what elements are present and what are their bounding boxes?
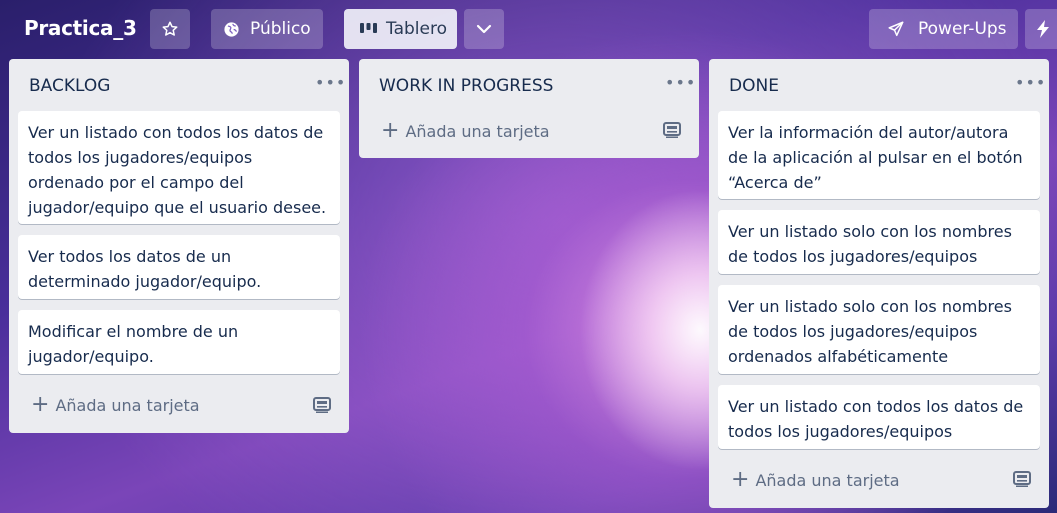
add-card-button[interactable]: + Añada una tarjeta: [31, 394, 200, 416]
list-card[interactable]: Ver todos los datos de un determinado ju…: [18, 235, 340, 299]
list-work-in-progress: WORK IN PROGRESS ••• + Añada una tarjeta: [359, 59, 699, 158]
globe-icon: [223, 21, 240, 38]
star-button[interactable]: [150, 9, 190, 49]
view-switcher-button[interactable]: Tablero: [344, 9, 457, 49]
board-header: Practica_3 Público Tablero Power-Ups: [0, 0, 1057, 58]
list-done: DONE ••• Ver la información del autor/au…: [709, 59, 1049, 508]
chevron-down-icon: [476, 24, 492, 34]
card-title: Modificar el nombre de un jugador/equipo…: [28, 322, 239, 366]
list-title[interactable]: DONE: [729, 76, 779, 96]
ellipsis-icon[interactable]: •••: [665, 73, 695, 93]
board-title[interactable]: Practica_3: [24, 16, 137, 40]
rocket-icon: [887, 20, 905, 38]
card-template-icon[interactable]: [313, 397, 331, 413]
add-card-button[interactable]: + Añada una tarjeta: [731, 469, 900, 491]
ellipsis-icon[interactable]: •••: [315, 73, 345, 93]
powerups-label: Power-Ups: [918, 19, 1007, 39]
add-card-label: Añada una tarjeta: [55, 395, 200, 415]
bolt-icon: [1036, 20, 1050, 38]
list-card[interactable]: Ver un listado con todos los datos de to…: [18, 111, 340, 224]
card-title: Ver un listado con todos los datos de to…: [28, 123, 327, 217]
board-icon: [360, 22, 377, 36]
card-title: Ver un listado con todos los datos de to…: [728, 397, 1024, 441]
powerups-button[interactable]: Power-Ups: [869, 9, 1018, 49]
list-backlog: BACKLOG ••• Ver un listado con todos los…: [9, 59, 349, 433]
card-title: Ver todos los datos de un determinado ju…: [28, 247, 262, 291]
add-card-button[interactable]: + Añada una tarjeta: [381, 120, 550, 142]
card-title: Ver la información del autor/autora de l…: [728, 123, 1023, 192]
list-card[interactable]: Modificar el nombre de un jugador/equipo…: [18, 310, 340, 374]
list-card[interactable]: Ver un listado solo con los nombres de t…: [718, 285, 1040, 374]
visibility-label: Público: [250, 19, 311, 39]
plus-icon: +: [31, 392, 50, 417]
list-title[interactable]: WORK IN PROGRESS: [379, 76, 553, 96]
add-card-label: Añada una tarjeta: [405, 121, 550, 141]
automation-button[interactable]: [1025, 9, 1057, 49]
ellipsis-icon[interactable]: •••: [1015, 73, 1045, 93]
list-card[interactable]: Ver un listado solo con los nombres de t…: [718, 210, 1040, 274]
card-template-icon[interactable]: [1013, 471, 1031, 487]
view-dropdown-button[interactable]: [464, 9, 504, 49]
add-card-label: Añada una tarjeta: [755, 470, 900, 490]
list-card[interactable]: Ver la información del autor/autora de l…: [718, 111, 1040, 199]
list-card[interactable]: Ver un listado con todos los datos de to…: [718, 385, 1040, 449]
plus-icon: +: [731, 467, 750, 492]
card-template-icon[interactable]: [663, 122, 681, 138]
plus-icon: +: [381, 118, 400, 143]
view-label: Tablero: [386, 19, 447, 39]
visibility-button[interactable]: Público: [211, 9, 323, 49]
card-title: Ver un listado solo con los nombres de t…: [728, 297, 1012, 366]
list-title[interactable]: BACKLOG: [29, 76, 110, 96]
card-title: Ver un listado solo con los nombres de t…: [728, 222, 1012, 266]
star-icon: [161, 20, 179, 38]
